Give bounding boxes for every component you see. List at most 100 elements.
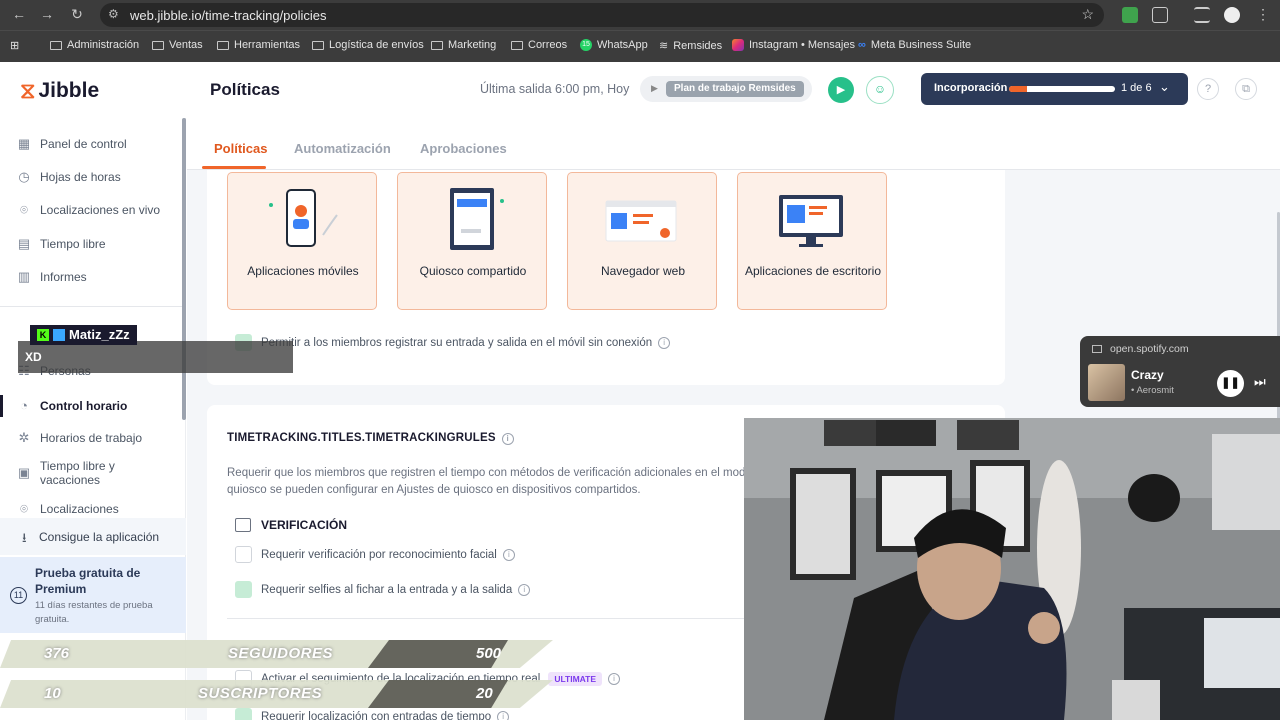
bookmark-administracion[interactable]: Administración [50,39,139,51]
sidebar-item-label: Localizaciones [40,502,119,516]
sidebar-item-dashboard[interactable]: ▦ Panel de control [0,135,182,153]
info-icon[interactable]: i [501,433,514,445]
person-clock-icon[interactable]: ☺ [866,76,894,104]
sidebar-scrollbar[interactable] [182,118,186,420]
apps-grid-icon[interactable]: ⊞ [10,39,19,52]
get-app-button[interactable]: ⭳ Consigue la aplicación [0,518,186,555]
mobile-phone-icon [269,189,338,247]
bookmark-label: Marketing [448,39,497,51]
subscribers-counter: 10 SUSCRIPTORES 20 [0,680,553,708]
bookmark-whatsapp[interactable]: 15 WhatsApp [580,39,648,51]
bookmarks-bar: ⊞ Administración Ventas Herramientas Log… [0,30,1280,62]
jibble-logo[interactable]: ⧖ Jibble [20,78,99,104]
tab-approvals[interactable]: Aprobaciones [420,141,507,156]
sidebar-item-work-schedules[interactable]: ✲ Horarios de trabajo [0,429,182,447]
profile-avatar-icon[interactable] [1224,7,1240,23]
selfie-label: Requerir selfies al fichar a la entrada … [261,583,513,596]
bookmark-ventas[interactable]: Ventas [152,39,203,51]
active-tab-underline [202,166,266,169]
extensions-puzzle-icon[interactable] [1152,7,1168,23]
play-small-icon: ▶ [651,83,658,93]
info-icon[interactable]: i [518,583,531,596]
method-mobile-apps[interactable]: Aplicaciones móviles [227,172,377,310]
sidebar-item-live-locations[interactable]: ⌾ Localizaciones en vivo [0,201,182,219]
face-recognition-label: Requerir verificación por reconocimiento… [261,548,497,561]
sidebar-item-time-tracking[interactable]: ◔ Control horario [0,395,182,417]
get-app-label: Consigue la aplicación [39,530,160,544]
method-label: Navegador web [600,264,686,278]
subscribers-current: 10 [44,685,61,702]
clock-icon: ◷ [18,169,30,184]
apps-icon[interactable]: ⧉ [1235,78,1257,100]
work-plan-selector[interactable]: ▶ Plan de trabajo Remsides [640,76,812,102]
pause-icon[interactable]: ❚❚ [1217,370,1244,397]
folder-icon [152,40,164,50]
reading-list-icon[interactable] [1194,7,1210,23]
next-track-icon[interactable]: ⏭ [1254,374,1266,390]
method-label: Quiosco compartido [419,264,527,278]
method-web-browser[interactable]: Navegador web [567,172,717,310]
calendar-icon: ▤ [17,236,31,251]
reload-icon[interactable]: ↻ [68,6,86,23]
time-tracking-icon: ◔ [20,398,28,413]
tab-automation[interactable]: Automatización [294,141,391,156]
site-settings-icon[interactable]: ⚙ [108,7,119,21]
sidebar-item-time-off[interactable]: ▤ Tiempo libre [0,235,182,253]
info-icon[interactable]: i [502,548,515,561]
premium-subtitle: 11 días restantes de prueba gratuita. [35,600,153,625]
face-recognition-checkbox[interactable] [235,546,252,563]
sidebar-item-label: Tiempo libre [40,237,106,251]
face-recognition-row[interactable]: Requerir verificación por reconocimiento… [235,546,515,563]
location-pin-icon: ⌾ [20,501,28,516]
subscribers-goal: 20 [476,685,493,702]
back-icon[interactable]: ← [10,6,28,22]
offline-option-row[interactable]: Permitir a los miembros registrar su ent… [235,334,671,351]
selfie-checkbox[interactable] [235,581,252,598]
instagram-icon [732,39,744,51]
url-text: web.jibble.io/time-tracking/policies [130,8,327,23]
onboarding-progress-bar [1009,86,1115,92]
method-desktop-apps[interactable]: Aplicaciones de escritorio [737,172,887,310]
bookmark-herramientas[interactable]: Herramientas [217,39,300,51]
method-shared-kiosk[interactable]: Quiosco compartido [397,172,547,310]
sidebar-item-label: Control horario [40,399,128,413]
kiosk-tablet-icon [450,188,504,250]
sidebar-item-vacations[interactable]: ▣ Tiempo libre y vacaciones [0,459,182,487]
followers-goal: 500 [476,645,502,662]
forward-icon[interactable]: → [38,6,56,22]
extension-icon[interactable] [1122,7,1138,23]
webcam-feed [744,418,1280,720]
bookmark-label: Correos [528,39,568,51]
info-icon[interactable]: i [658,336,671,349]
sidebar-item-timesheets[interactable]: ◷ Hojas de horas [0,168,182,186]
tab-policies[interactable]: Políticas [214,141,267,156]
bookmark-meta[interactable]: ∞ Meta Business Suite [858,39,971,51]
menu-kebab-icon[interactable]: ⋮ [1254,6,1272,23]
desktop-monitor-icon [779,195,843,247]
onboarding-dropdown[interactable]: Incorporación 1 de 6 ⌄ [921,73,1188,105]
bookmark-star-icon[interactable]: ☆ [1081,6,1094,23]
folder-icon [431,40,443,50]
schedule-icon: ✲ [18,430,30,445]
sidebar-item-locations[interactable]: ⌾ Localizaciones [0,500,182,518]
clock-in-play-button[interactable]: ▶ [828,77,854,103]
help-icon[interactable]: ? [1197,78,1219,100]
sidebar-item-label: Horarios de trabajo [40,431,143,445]
bookmark-instagram[interactable]: Instagram • Mensajes [732,39,855,51]
onboarding-progress-fill [1009,86,1028,92]
bookmark-logistica[interactable]: Logística de envíos [312,39,424,51]
selfie-row[interactable]: Requerir selfies al fichar a la entrada … [235,581,531,598]
work-plan-tag: Plan de trabajo Remsides [666,81,804,97]
followers-counter: 376 SEGUIDORES 500 [0,640,553,668]
jibble-logo-icon: ⧖ [20,78,36,103]
address-bar[interactable]: ⚙ web.jibble.io/time-tracking/policies ☆ [100,3,1104,27]
folder-icon [50,40,62,50]
bookmark-marketing[interactable]: Marketing [431,39,496,51]
info-icon[interactable]: i [608,672,621,685]
sidebar-item-reports[interactable]: ▥ Informes [0,268,182,286]
bookmark-remsides[interactable]: ≋ Remsides [659,39,722,53]
premium-trial-banner[interactable]: 11 Prueba gratuita de Premium 11 días re… [0,557,186,633]
whatsapp-icon: 15 [580,39,592,51]
rules-title: TIMETRACKING.TITLES.TIMETRACKINGRULES i [227,432,514,445]
bookmark-correos[interactable]: Correos [511,39,567,51]
